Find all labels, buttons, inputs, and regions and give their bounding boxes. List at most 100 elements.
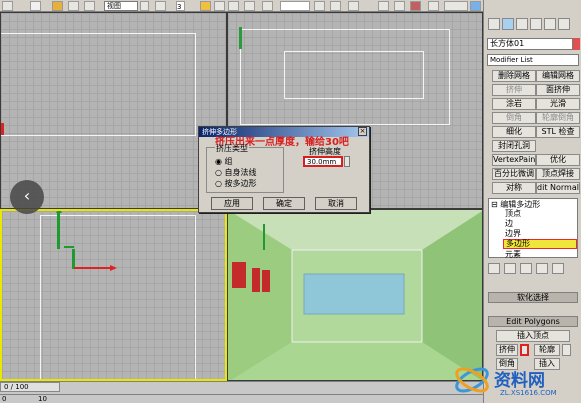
modifier-button[interactable]: 面挤伸 [536,84,580,96]
view-dropdown[interactable]: 视图 [104,1,138,11]
spinner-snap-icon[interactable] [244,1,255,11]
move-icon[interactable] [52,1,63,11]
height-spinner-icon[interactable] [344,156,350,167]
display-tab-icon[interactable] [544,18,556,30]
extrude-settings-icon[interactable] [520,344,529,356]
undo-icon[interactable] [2,1,13,11]
modifier-button[interactable]: 封闭孔洞 [492,140,536,152]
modifier-button[interactable]: 删除网格 [492,70,536,82]
render-icon[interactable] [470,1,481,11]
timeline-track[interactable] [0,394,483,395]
modifier-button[interactable]: 编辑网格 [536,70,580,82]
stack-root[interactable]: ⊟ 编辑多边形 [491,200,540,209]
extrude-button[interactable]: 挤伸 [496,344,518,356]
modifier-button-label: 光滑 [550,99,566,108]
rotate-icon[interactable] [68,1,79,11]
named-selection-icon[interactable] [262,1,273,11]
create-tab-icon[interactable] [488,18,500,30]
render-type-dropdown[interactable] [444,1,468,11]
remove-modifier-icon[interactable] [536,263,548,274]
cancel-button[interactable]: 取消 [315,197,357,210]
percent-snap-icon[interactable] [228,1,239,11]
mirror-icon[interactable] [314,1,325,11]
rollout-label: Edit Polygons [506,317,560,326]
motion-tab-icon[interactable] [530,18,542,30]
layer-icon[interactable] [348,1,359,11]
stack-item-label: 边界 [505,229,521,238]
button-label: 轮廓 [539,345,555,354]
option-group-radio[interactable]: ◉ 组 [215,157,233,166]
height-input[interactable]: 30.0mm [303,156,343,167]
stack-item-border[interactable]: 边界 [505,229,521,238]
modify-tab-icon[interactable] [502,18,514,30]
modifier-stack[interactable]: ⊟ 编辑多边形 顶点 边 边界 多边形 元素 [488,198,578,259]
object-name-field[interactable]: 长方体01 [487,38,573,50]
apply-button[interactable]: 应用 [211,197,253,210]
close-icon[interactable]: × [358,127,367,136]
modifier-button-label: 封闭孔洞 [498,141,530,150]
main-toolbar: 视图 3 [0,0,483,12]
option-local-normal-radio[interactable]: ○ 自身法线 [215,168,257,177]
time-slider-bar: 0 / 100 0 10 [0,381,483,403]
curve-editor-icon[interactable] [378,1,389,11]
modifier-button[interactable]: 优化 [536,154,580,166]
modifier-button[interactable]: 挤伸 [492,84,536,96]
insert-vertex-button[interactable]: 插入顶点 [496,330,570,342]
stack-item-edge[interactable]: 边 [505,219,513,228]
soft-selection-rollout[interactable]: 软化选择 [488,292,578,303]
modifier-button[interactable]: 百分比微调 [492,168,536,180]
select-icon[interactable] [30,1,41,11]
modifier-button[interactable]: 倒角 [492,112,536,124]
button-label: 挤伸 [499,345,515,354]
modifier-button[interactable]: 光滑 [536,98,580,110]
modifier-button[interactable]: dit Normal [536,182,580,194]
object-color-swatch[interactable] [573,38,580,50]
modifier-button-label: 涂岩 [506,99,522,108]
chevron-down-icon[interactable] [140,1,149,11]
schematic-icon[interactable] [394,1,405,11]
modifier-button[interactable]: 轮廓倒角 [536,112,580,124]
modifier-button[interactable]: 顶点焊接 [536,168,580,180]
back-button[interactable]: ‹ [10,180,44,214]
modifier-button-label: 顶点焊接 [542,169,574,178]
option-by-polygon-label: 按多边形 [224,179,257,188]
extrude-polygons-dialog: 挤伸多边形 × 挤压出来一点厚度，输给30吧 挤压类型 ◉ 组 ○ 自身法线 ○… [198,126,370,213]
stack-item-element[interactable]: 元素 [505,250,521,259]
angle-snap-icon[interactable] [214,1,225,11]
make-unique-icon[interactable] [520,263,532,274]
modifier-button[interactable]: 涂岩 [492,98,536,110]
modifier-button[interactable]: 细化 [492,126,536,138]
modifier-button-label: VertexPaint [493,155,536,164]
modifier-button-label: 轮廓倒角 [542,113,574,122]
pin-stack-icon[interactable] [488,263,500,274]
pivot-icon[interactable] [155,1,166,11]
option-by-polygon-radio[interactable]: ○ 按多边形 [215,179,257,188]
modifier-button[interactable]: STL 检查 [536,126,580,138]
viewport-top[interactable] [0,12,227,209]
named-selection-field[interactable] [280,1,310,11]
edit-polygons-rollout[interactable]: Edit Polygons [488,316,578,327]
modifier-button[interactable]: 对称 [492,182,536,194]
time-slider[interactable]: 0 / 100 [0,382,60,392]
stack-item-vertex[interactable]: 顶点 [505,209,521,218]
show-end-result-icon[interactable] [504,263,516,274]
align-icon[interactable] [330,1,341,11]
modifier-button[interactable]: VertexPaint [492,154,536,166]
outline-settings-icon[interactable] [562,344,571,356]
ok-button[interactable]: 确定 [263,197,305,210]
outline-button[interactable]: 轮廓 [534,344,560,356]
radio-icon: ○ [215,168,222,177]
stack-item-polygon[interactable]: 多边形 [503,239,577,249]
utilities-tab-icon[interactable] [558,18,570,30]
render-setup-icon[interactable] [428,1,439,11]
gizmo-z-axis [72,249,75,269]
material-editor-icon[interactable] [410,1,421,11]
modifier-list-dropdown[interactable]: Modifier List [487,54,579,66]
viewport-left[interactable] [0,209,227,381]
configure-sets-icon[interactable] [552,263,564,274]
count-field[interactable]: 3 [176,1,185,11]
snap-icon[interactable] [200,1,211,11]
hierarchy-tab-icon[interactable] [516,18,528,30]
viewport-perspective[interactable] [227,209,483,381]
scale-icon[interactable] [84,1,95,11]
